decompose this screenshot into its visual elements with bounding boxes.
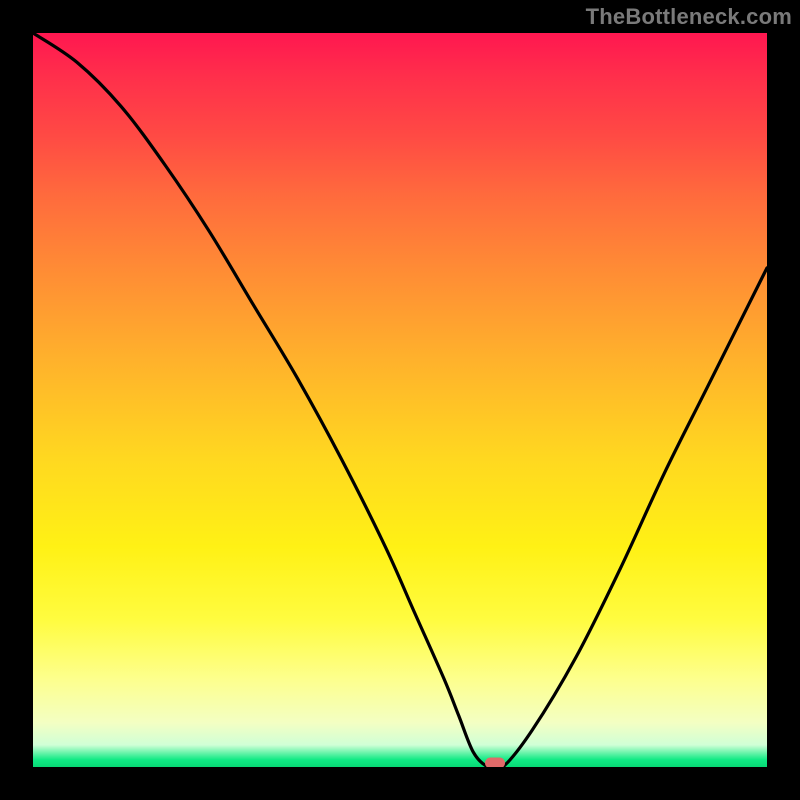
chart-root: TheBottleneck.com [0,0,800,800]
bottleneck-curve-path [33,33,767,767]
valley-marker [485,758,505,767]
curve-layer [33,33,767,767]
plot-area [33,33,767,767]
attribution-text: TheBottleneck.com [586,4,792,30]
